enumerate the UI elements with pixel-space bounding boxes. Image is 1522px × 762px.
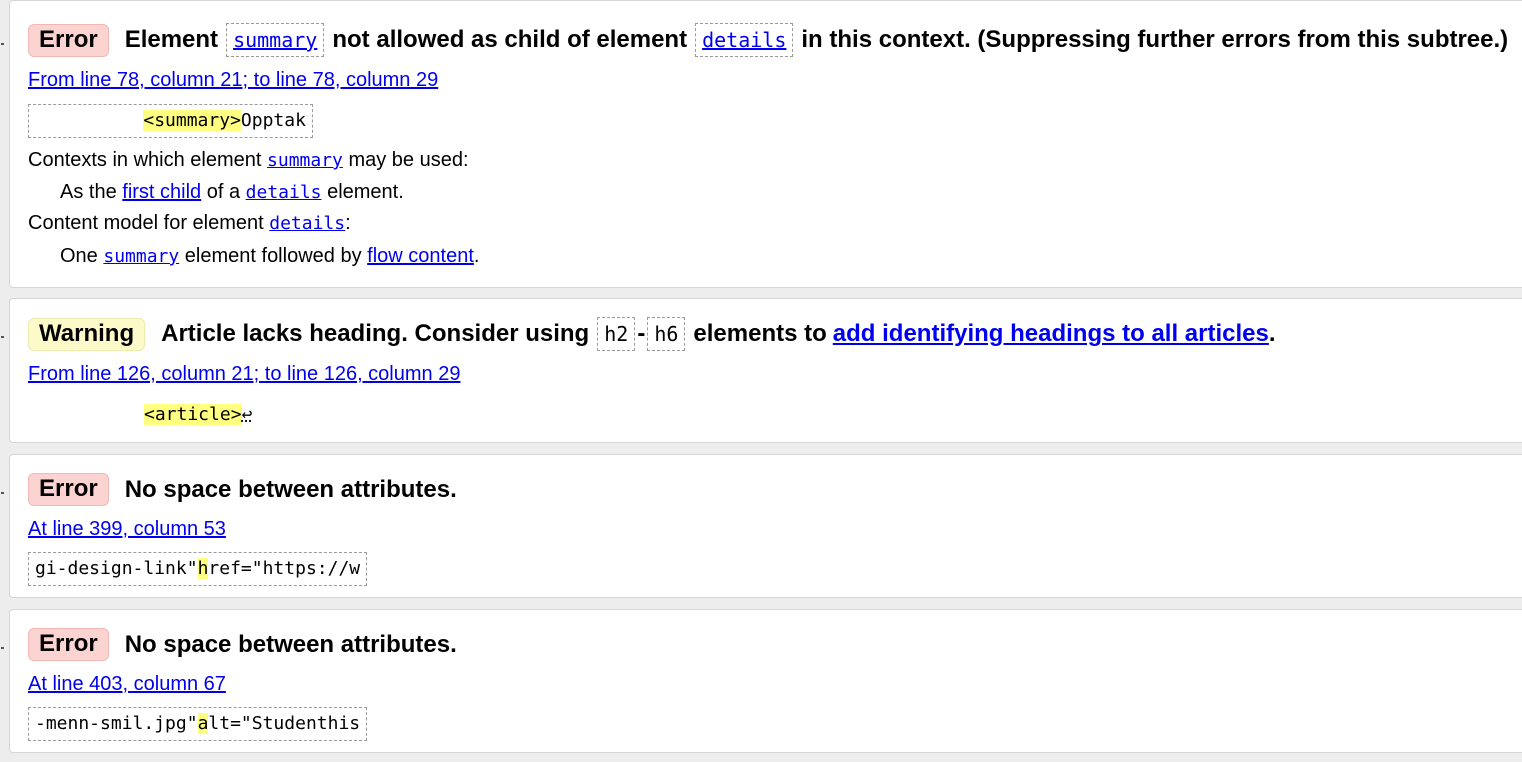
contexts-item-text: As the xyxy=(60,181,117,203)
heading-text: Article lacks heading. Consider using xyxy=(161,320,590,347)
list-marker xyxy=(1,492,4,494)
message-error-3: Error No space between attributes. At li… xyxy=(1,609,1522,753)
location-link[interactable]: At line 399, column 53 xyxy=(28,518,226,541)
warning-badge: Warning xyxy=(28,317,146,351)
code-extract: <article>↩ xyxy=(138,399,258,431)
extract-highlight: <article> xyxy=(144,404,242,425)
extract-prefix xyxy=(35,110,143,131)
details-element-link[interactable]: details xyxy=(246,182,322,203)
content-model-text: : xyxy=(345,212,351,234)
heading-text: . xyxy=(1268,320,1276,347)
message-heading: Error No space between attributes. xyxy=(28,473,457,506)
contexts-text: Contexts in which element xyxy=(28,149,262,171)
dash: - xyxy=(637,320,646,347)
heading-text: not allowed as child of element xyxy=(332,26,688,53)
extract-suffix: lt="Studenthis xyxy=(208,713,361,734)
code-h6: h6 xyxy=(647,317,686,351)
contexts-item-text: element. xyxy=(327,181,404,203)
details-element-link[interactable]: details xyxy=(269,213,345,234)
content-item-text: . xyxy=(473,245,480,267)
error-badge: Error xyxy=(28,473,109,506)
contexts-item: As the first child of a details element. xyxy=(60,181,404,204)
contexts-label: Contexts in which element summary may be… xyxy=(28,149,469,172)
message-heading: Error No space between attributes. xyxy=(28,628,457,661)
extract-highlight: a xyxy=(197,713,209,734)
error-badge: Error xyxy=(28,23,109,57)
location-link[interactable]: From line 126, column 21; to line 126, c… xyxy=(28,363,460,386)
heading-text: No space between attributes. xyxy=(124,630,457,658)
code-h2: h2 xyxy=(597,317,636,351)
error-badge: Error xyxy=(28,628,109,661)
add-headings-link[interactable]: add identifying headings to all articles xyxy=(833,320,1269,348)
code-summary: summary xyxy=(226,23,325,57)
location-link[interactable]: From line 78, column 21; to line 78, col… xyxy=(28,69,438,92)
code-extract: gi-design-link"href="https://w xyxy=(28,552,368,586)
return-icon: ↩ xyxy=(241,404,253,425)
code-extract: <summary>Opptak xyxy=(28,104,313,138)
content-item-text: element followed by xyxy=(184,245,362,267)
content-item-text: One xyxy=(60,245,98,267)
summary-element-link[interactable]: summary xyxy=(267,150,343,171)
extract-highlight: h xyxy=(197,558,209,579)
list-marker xyxy=(1,336,4,338)
extract-prefix: -menn-smil.jpg" xyxy=(35,713,198,734)
heading-text: Element xyxy=(124,26,219,53)
heading-text: in this context. (Suppressing further er… xyxy=(801,26,1509,53)
summary-element-link[interactable]: summary xyxy=(103,246,179,267)
extract-suffix: Opptak xyxy=(240,110,306,131)
content-model-item: One summary element followed by flow con… xyxy=(60,245,479,268)
code-details: details xyxy=(695,23,794,57)
extract-prefix: gi-design-link" xyxy=(35,558,198,579)
content-model-label: Content model for element details: xyxy=(28,212,351,235)
extract-suffix: ref="https://w xyxy=(208,558,361,579)
summary-link[interactable]: summary xyxy=(233,28,317,52)
list-marker xyxy=(1,647,4,649)
code-extract: -menn-smil.jpg"alt="Studenthis xyxy=(28,707,368,741)
contexts-text: may be used: xyxy=(348,149,469,171)
heading-text: elements to xyxy=(693,320,827,347)
details-link[interactable]: details xyxy=(702,28,786,52)
first-child-link[interactable]: first child xyxy=(122,181,201,203)
flow-content-link[interactable]: flow content xyxy=(367,245,474,267)
content-model-text: Content model for element xyxy=(28,212,264,234)
message-error-2: Error No space between attributes. At li… xyxy=(1,454,1522,598)
location-link[interactable]: At line 403, column 67 xyxy=(28,673,226,696)
extract-highlight: <summary> xyxy=(143,110,241,131)
heading-text: No space between attributes. xyxy=(124,475,457,503)
message-error-1: Error Element summary not allowed as chi… xyxy=(1,0,1522,288)
message-heading: Error Element summary not allowed as chi… xyxy=(28,23,1508,57)
contexts-item-text: of a xyxy=(206,181,241,203)
message-heading: Warning Article lacks heading. Consider … xyxy=(28,317,1276,351)
list-marker xyxy=(1,43,4,45)
message-warning: Warning Article lacks heading. Consider … xyxy=(1,298,1522,443)
